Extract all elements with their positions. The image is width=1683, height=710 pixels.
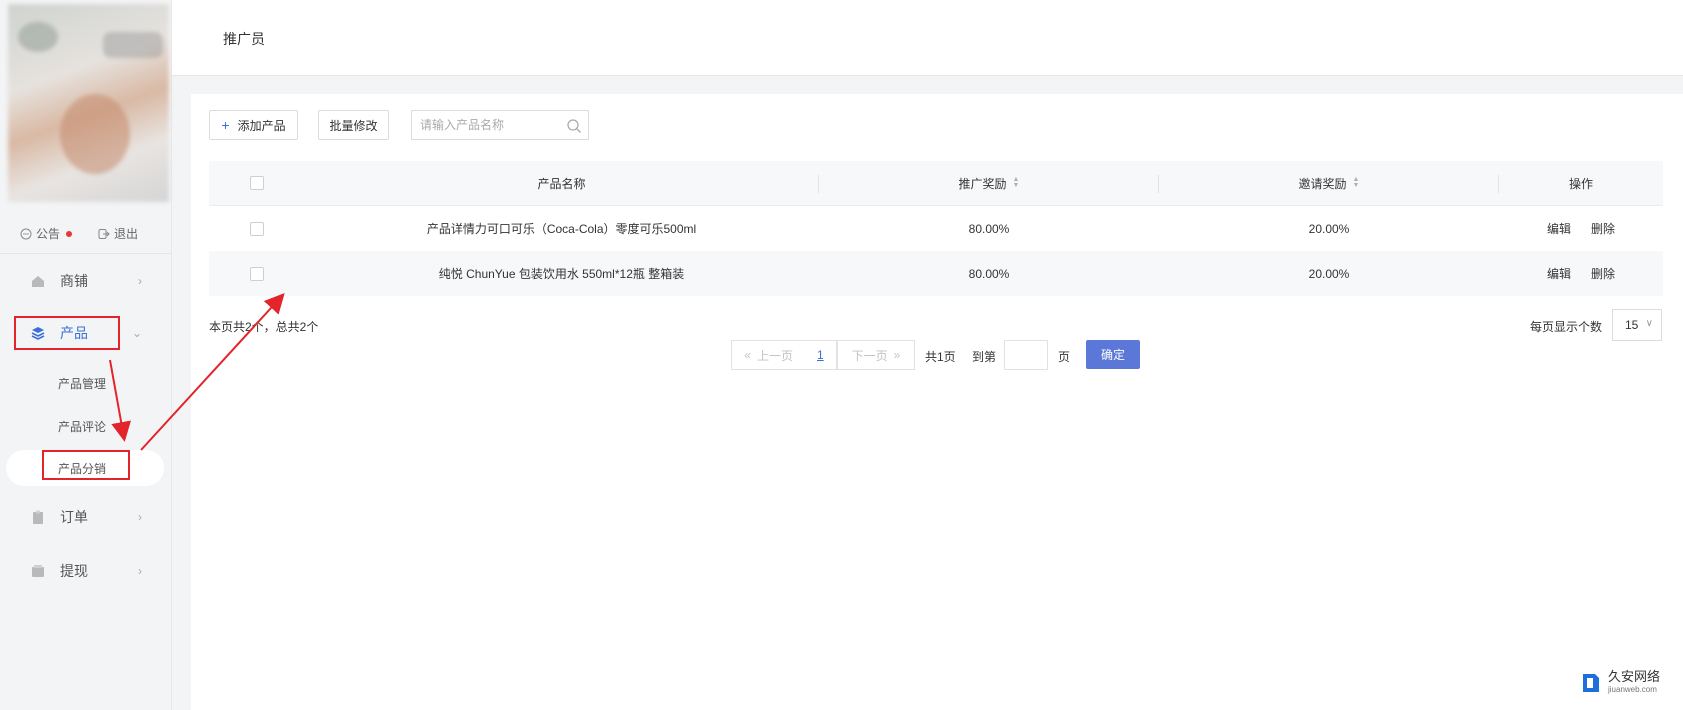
sort-icon[interactable]: ▲ ▼ [1013, 176, 1020, 189]
edit-link[interactable]: 编辑 [1547, 265, 1571, 282]
sort-icon[interactable]: ▲ ▼ [1353, 176, 1360, 189]
search-input[interactable] [420, 118, 560, 132]
nav-item-withdraw[interactable]: 提现 › [14, 554, 164, 588]
chevron-right-icon: › [138, 510, 142, 524]
chevron-right-icon: › [138, 274, 142, 288]
header-reward-label: 推广奖励 [958, 176, 1007, 191]
batch-edit-button[interactable]: 批量修改 [318, 110, 389, 140]
clipboard-icon [33, 510, 43, 524]
page-unit: 页 [1058, 350, 1071, 364]
invite-reward: 20.00% [1308, 221, 1350, 236]
notice-link[interactable]: 公告 [20, 225, 73, 242]
row-actions: 编辑 删除 [1499, 251, 1663, 296]
edit-link[interactable]: 编辑 [1547, 220, 1571, 237]
chevron-right-icon: › [138, 564, 142, 578]
add-product-label: 添加产品 [237, 118, 286, 133]
product-table: 产品名称 推广奖励 ▲ ▼ 邀请奖励 ▲ ▼ 操作 产品详情力可口可乐（Coca-C… [209, 161, 1663, 296]
add-product-button[interactable]: + 添加产品 [209, 110, 298, 140]
per-page-select[interactable]: 15 ∨ [1612, 309, 1662, 341]
watermark-cn: 久安网络 [1608, 669, 1661, 684]
page-title: 推广员 [223, 31, 265, 47]
table-row: 纯悦 ChunYue 包装饮用水 550ml*12瓶 整箱装 80.00% 20… [209, 251, 1663, 296]
logout-icon [98, 228, 110, 239]
annotation-highlight-box [42, 450, 130, 480]
nav-label: 提现 [60, 563, 88, 579]
header-invite[interactable]: 邀请奖励 ▲ ▼ [1159, 161, 1499, 205]
select-all-checkbox[interactable] [249, 176, 264, 190]
invite-reward: 20.00% [1308, 266, 1350, 281]
delete-link[interactable]: 删除 [1591, 220, 1615, 237]
row-actions: 编辑 删除 [1499, 206, 1663, 251]
sub-item-product-review[interactable]: 产品评论 [58, 418, 106, 435]
page-header: 推广员 [172, 0, 1683, 76]
nav-item-order[interactable]: 订单 › [14, 500, 164, 534]
double-left-icon: « [744, 348, 751, 362]
header-reward[interactable]: 推广奖励 ▲ ▼ [819, 161, 1159, 205]
watermark: 久安网络 jiuanweb.com [1580, 670, 1660, 696]
search-icon[interactable] [566, 118, 582, 134]
notice-label: 公告 [36, 227, 61, 241]
logout-link[interactable]: 退出 [98, 225, 138, 242]
prev-page-button[interactable]: 上一页 [757, 347, 793, 364]
product-name: 产品详情力可口可乐（Coca-Cola）零度可乐500ml [426, 222, 697, 236]
notice-badge [66, 230, 73, 237]
sidebar-quick-links: 公告 退出 [0, 214, 172, 254]
header-name-label: 产品名称 [537, 176, 586, 191]
plus-icon: + [221, 117, 230, 133]
page-summary: 本页共2个，总共2个 [209, 320, 319, 334]
header-op: 操作 [1499, 161, 1663, 205]
promo-reward: 80.00% [968, 221, 1010, 236]
batch-edit-label: 批量修改 [329, 118, 378, 133]
nav-label: 商铺 [60, 273, 88, 289]
wallet-icon [32, 565, 44, 577]
total-pages: 共1页 [925, 350, 956, 364]
promo-reward: 80.00% [968, 266, 1010, 281]
next-page-button[interactable]: 下一页 [852, 347, 888, 364]
pagination-prev-group: « 上一页 1 [731, 340, 837, 370]
chat-icon [20, 228, 32, 239]
annotation-highlight-box [14, 316, 120, 350]
double-right-icon: » [893, 348, 901, 362]
watermark-logo-icon [1583, 674, 1599, 692]
nav-item-shop[interactable]: 商铺 › [14, 264, 164, 298]
nav-label: 订单 [60, 509, 88, 525]
header-invite-label: 邀请奖励 [1298, 176, 1347, 191]
row-checkbox-cell [209, 251, 304, 296]
avatar[interactable] [8, 4, 169, 202]
chevron-down-icon: ∨ [1645, 318, 1653, 329]
product-search [411, 110, 589, 140]
per-page-label: 每页显示个数 [1530, 320, 1603, 334]
table-header: 产品名称 推广奖励 ▲ ▼ 邀请奖励 ▲ ▼ 操作 [209, 161, 1663, 206]
confirm-button[interactable]: 确定 [1086, 340, 1140, 369]
header-op-label: 操作 [1568, 176, 1593, 191]
page-number[interactable]: 1 [817, 348, 824, 362]
table-row: 产品详情力可口可乐（Coca-Cola）零度可乐500ml 80.00% 20.… [209, 206, 1663, 251]
header-checkbox-cell [209, 161, 304, 205]
pagination-next-group: 下一页 » [837, 340, 915, 370]
per-page-value: 15 [1625, 318, 1639, 332]
header-name: 产品名称 [304, 161, 819, 205]
goto-label: 到第 [972, 350, 997, 364]
row-checkbox[interactable] [249, 266, 264, 281]
product-name: 纯悦 ChunYue 包装饮用水 550ml*12瓶 整箱装 [438, 267, 685, 281]
row-checkbox-cell [209, 206, 304, 251]
logout-label: 退出 [114, 227, 139, 241]
shop-icon [32, 276, 44, 287]
sub-item-product-manage[interactable]: 产品管理 [58, 375, 106, 392]
sidebar: 公告 退出 商铺 › 产品 ⌄ 产品管理 产品评论 产品分销 订单 › 提现 › [0, 0, 172, 710]
delete-link[interactable]: 删除 [1591, 265, 1615, 282]
watermark-en: jiuanweb.com [1608, 685, 1657, 694]
chevron-down-icon: ⌄ [131, 326, 142, 340]
goto-page-input[interactable] [1004, 340, 1048, 370]
row-checkbox[interactable] [249, 221, 264, 236]
